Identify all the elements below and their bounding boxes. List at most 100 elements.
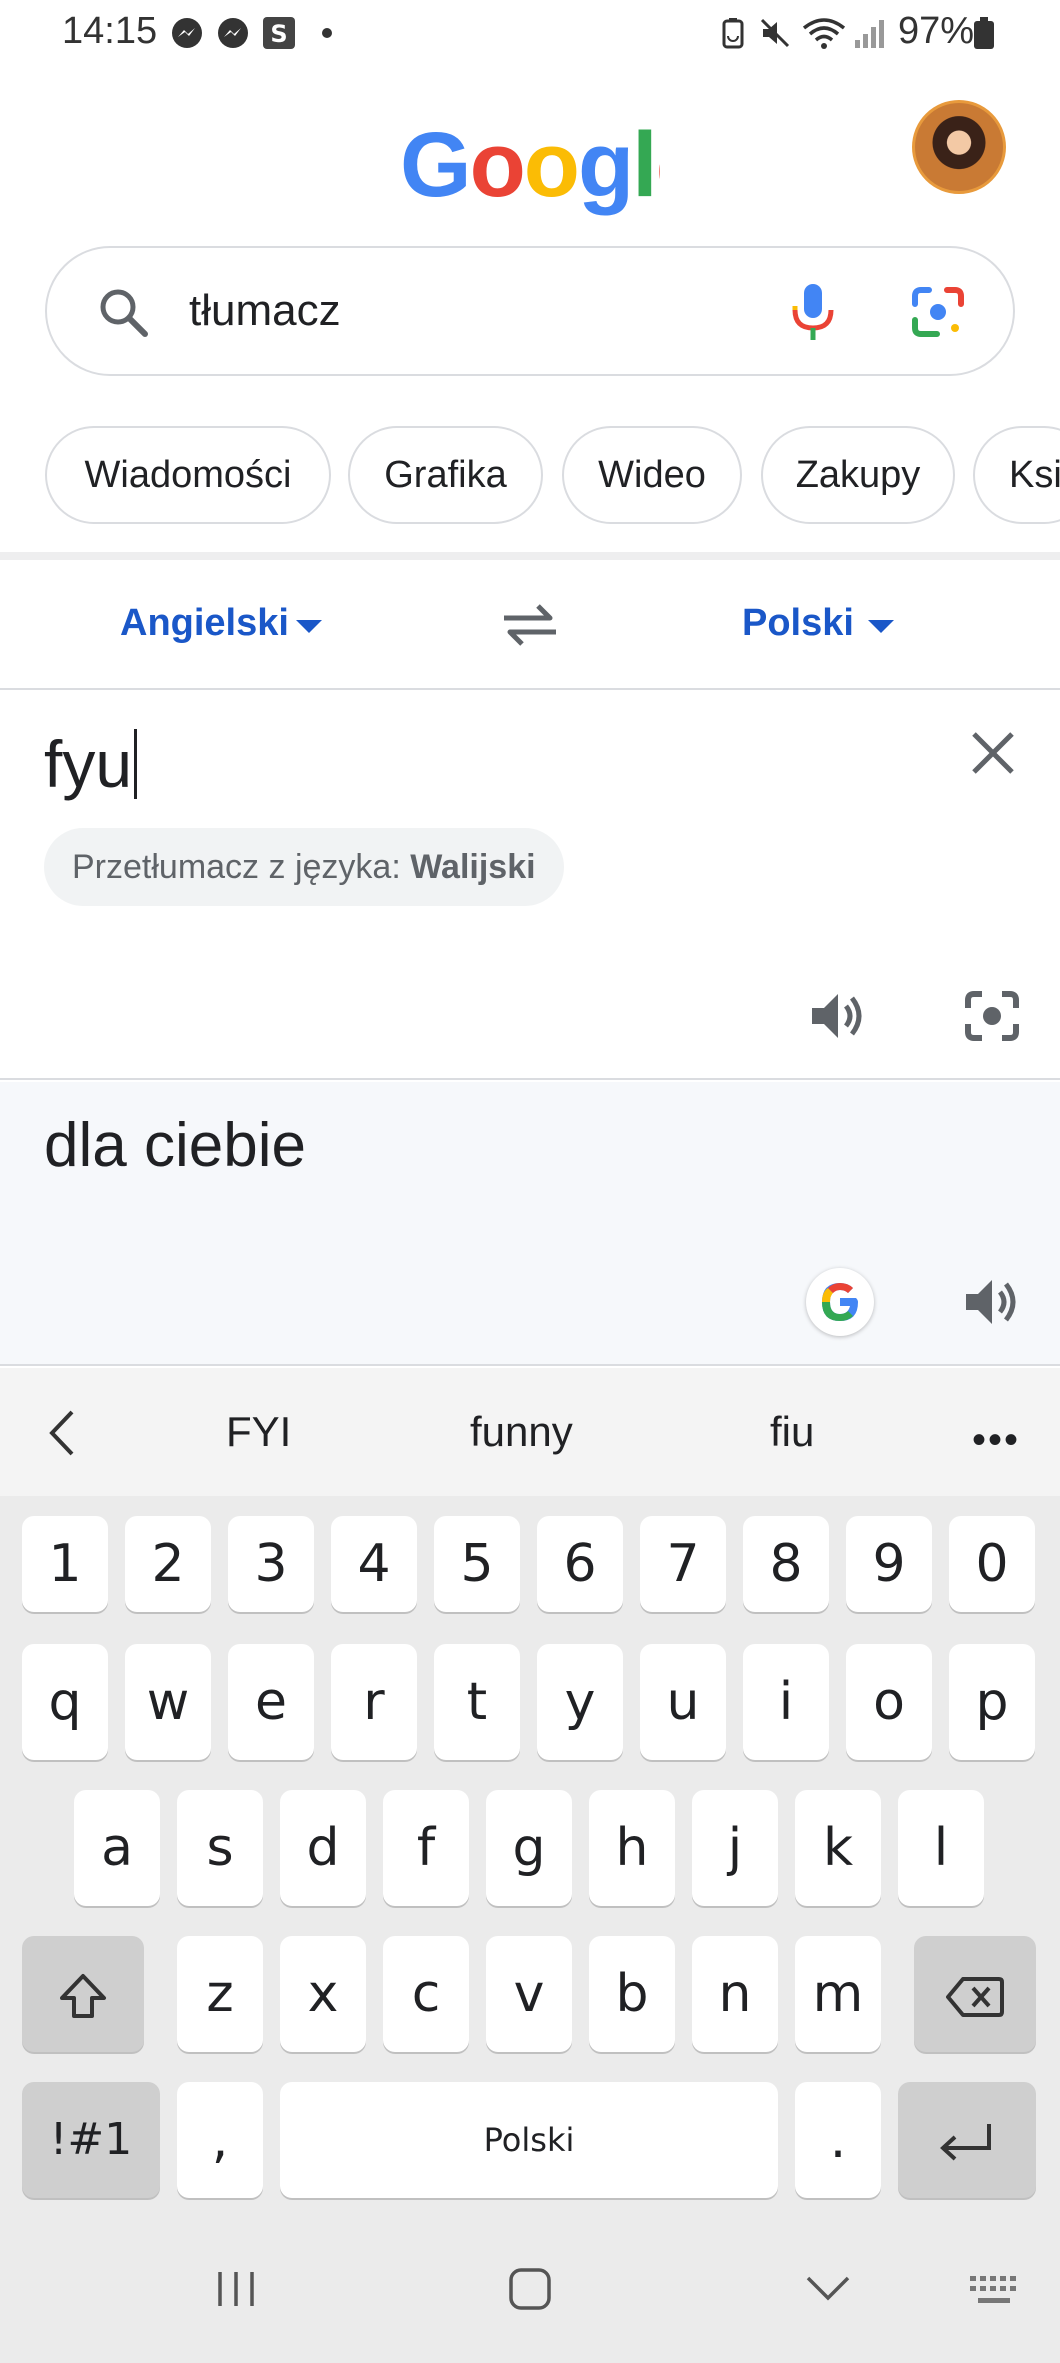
- key-7[interactable]: 7: [640, 1516, 726, 1612]
- chevron-down-icon[interactable]: [868, 620, 894, 633]
- keyboard: 1 2 3 4 5 6 7 8 9 0 q w e r t y u i o p …: [0, 1496, 1060, 2220]
- keyboard-switch-icon[interactable]: [968, 2274, 1022, 2308]
- camera-lens-icon[interactable]: [962, 988, 1022, 1044]
- translated-text: dla ciebie: [44, 1111, 306, 1180]
- key-g[interactable]: g: [486, 1790, 572, 1906]
- swap-languages-icon[interactable]: [498, 598, 562, 652]
- home-icon[interactable]: [506, 2266, 554, 2312]
- key-0[interactable]: 0: [949, 1516, 1035, 1612]
- backspace-key[interactable]: [914, 1936, 1036, 2052]
- key-u[interactable]: u: [640, 1644, 726, 1760]
- chip-books[interactable]: Ksi: [973, 426, 1060, 524]
- enter-icon: [940, 2124, 991, 2161]
- key-a[interactable]: a: [74, 1790, 160, 1906]
- mute-icon: [760, 18, 790, 48]
- symbols-key[interactable]: !#1: [22, 2082, 160, 2198]
- key-1[interactable]: 1: [22, 1516, 108, 1612]
- key-q[interactable]: q: [22, 1644, 108, 1760]
- space-key[interactable]: Polski: [280, 2082, 778, 2198]
- language-bar: Angielski Polski: [0, 560, 1060, 690]
- keyboard-suggestion-bar: FYI funny fiu •••: [0, 1368, 1060, 1496]
- hide-keyboard-icon[interactable]: [804, 2274, 852, 2304]
- battery-saver-icon: [722, 18, 744, 49]
- key-6[interactable]: 6: [537, 1516, 623, 1612]
- s-app-icon: S: [263, 17, 295, 49]
- key-i[interactable]: i: [743, 1644, 829, 1760]
- search-icon: [100, 289, 148, 337]
- suggestion-2[interactable]: funny: [470, 1408, 573, 1456]
- key-2[interactable]: 2: [125, 1516, 211, 1612]
- chevron-down-icon[interactable]: [296, 620, 322, 633]
- key-h[interactable]: h: [589, 1790, 675, 1906]
- comma-key[interactable]: ,: [177, 2082, 263, 2198]
- google-g-icon[interactable]: [806, 1268, 874, 1336]
- chip-images[interactable]: Grafika: [348, 426, 543, 524]
- wifi-icon: [802, 18, 846, 49]
- chip-news[interactable]: Wiadomości: [45, 426, 331, 524]
- key-z[interactable]: z: [177, 1936, 263, 2052]
- battery-icon: [974, 17, 994, 49]
- suggestion-3[interactable]: fiu: [770, 1408, 814, 1456]
- chip-videos[interactable]: Wideo: [562, 426, 742, 524]
- suggestion-1[interactable]: FYI: [226, 1408, 291, 1456]
- avatar[interactable]: [912, 100, 1006, 194]
- search-input[interactable]: tłumacz: [189, 286, 341, 336]
- key-x[interactable]: x: [280, 1936, 366, 2052]
- period-key[interactable]: .: [795, 2082, 881, 2198]
- source-text-input[interactable]: fyu: [44, 726, 138, 802]
- chevron-left-icon[interactable]: [44, 1408, 80, 1458]
- key-o[interactable]: o: [846, 1644, 932, 1760]
- key-5[interactable]: 5: [434, 1516, 520, 1612]
- key-e[interactable]: e: [228, 1644, 314, 1760]
- speaker-icon[interactable]: [962, 1274, 1020, 1330]
- key-s[interactable]: s: [177, 1790, 263, 1906]
- shift-icon: [60, 1974, 106, 2018]
- key-j[interactable]: j: [692, 1790, 778, 1906]
- close-icon[interactable]: [966, 726, 1020, 780]
- source-language-select[interactable]: Angielski: [120, 602, 289, 645]
- key-3[interactable]: 3: [228, 1516, 314, 1612]
- svg-text:S: S: [270, 20, 287, 48]
- key-k[interactable]: k: [795, 1790, 881, 1906]
- key-n[interactable]: n: [692, 1936, 778, 2052]
- key-8[interactable]: 8: [743, 1516, 829, 1612]
- status-bar: 14:15 S 97%: [0, 0, 1060, 70]
- mic-icon[interactable]: [783, 280, 843, 344]
- key-4[interactable]: 4: [331, 1516, 417, 1612]
- system-navigation-bar: [0, 2220, 1060, 2363]
- divider: [0, 552, 1060, 560]
- speaker-icon[interactable]: [808, 988, 866, 1044]
- status-time: 14:15: [62, 10, 158, 52]
- target-language-select[interactable]: Polski: [742, 602, 854, 645]
- key-f[interactable]: f: [383, 1790, 469, 1906]
- backspace-icon: [946, 1977, 1004, 2017]
- translate-input-area: fyu Przetłumacz z języka: Walijski: [0, 692, 1060, 1080]
- search-box[interactable]: tłumacz: [45, 246, 1015, 376]
- key-l[interactable]: l: [898, 1790, 984, 1906]
- key-c[interactable]: c: [383, 1936, 469, 2052]
- more-options-icon[interactable]: •••: [972, 1418, 1020, 1463]
- key-v[interactable]: v: [486, 1936, 572, 2052]
- svg-text:Google: Google: [400, 116, 660, 216]
- key-w[interactable]: w: [125, 1644, 211, 1760]
- notification-dot: [322, 28, 332, 38]
- detect-prefix: Przetłumacz z języka:: [72, 848, 401, 886]
- key-9[interactable]: 9: [846, 1516, 932, 1612]
- shift-key[interactable]: [22, 1936, 144, 2052]
- key-d[interactable]: d: [280, 1790, 366, 1906]
- google-lens-icon[interactable]: [909, 284, 967, 340]
- detected-language-suggestion[interactable]: Przetłumacz z języka: Walijski: [44, 828, 564, 906]
- key-y[interactable]: y: [537, 1644, 623, 1760]
- detected-language: Walijski: [410, 848, 536, 886]
- key-r[interactable]: r: [331, 1644, 417, 1760]
- messenger-icon: [218, 18, 248, 48]
- google-logo: Google: [400, 116, 660, 216]
- enter-key[interactable]: [898, 2082, 1036, 2198]
- signal-icon: [855, 20, 884, 48]
- key-t[interactable]: t: [434, 1644, 520, 1760]
- recent-apps-icon[interactable]: [212, 2266, 260, 2312]
- chip-shopping[interactable]: Zakupy: [761, 426, 955, 524]
- key-m[interactable]: m: [795, 1936, 881, 2052]
- key-b[interactable]: b: [589, 1936, 675, 2052]
- key-p[interactable]: p: [949, 1644, 1035, 1760]
